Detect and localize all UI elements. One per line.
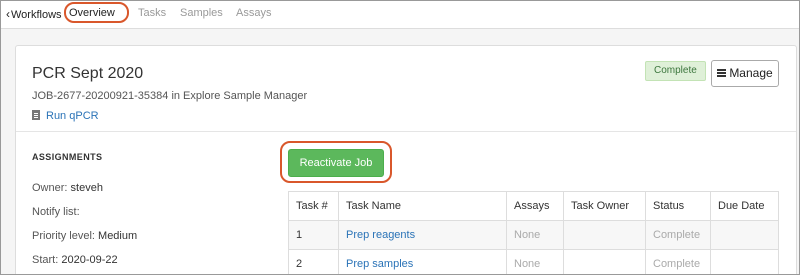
assignment-value: 2020-09-22 [61, 254, 118, 266]
menu-icon [717, 69, 727, 77]
manage-button[interactable]: Manage [711, 60, 779, 87]
task-number: 1 [288, 220, 339, 250]
assignment-label: Start: [32, 254, 59, 266]
assignment-owner: Owner: steveh [32, 182, 103, 194]
back-label: Workflows [11, 9, 62, 21]
status-badge: Complete [645, 61, 706, 81]
column-header[interactable]: Status [645, 191, 711, 221]
column-header[interactable]: Task Name [338, 191, 507, 221]
task-name-link[interactable]: Prep samples [338, 249, 507, 274]
chevron-left-icon: ‹ [6, 7, 10, 21]
assignment-priority: Priority level: Medium [32, 230, 137, 242]
document-icon [32, 110, 40, 120]
assignment-value: steveh [70, 182, 103, 194]
assignment-start: Start: 2020-09-22 [32, 254, 118, 266]
run-qpcr-link[interactable]: Run qPCR [32, 110, 99, 122]
assignment-label: Priority level: [32, 230, 95, 242]
job-title: PCR Sept 2020 [32, 65, 144, 82]
assignments-heading: ASSIGNMENTS [32, 152, 103, 162]
run-link-label: Run qPCR [46, 110, 99, 122]
task-due-date [710, 220, 779, 250]
task-assays: None [506, 249, 564, 274]
job-overview-panel: PCR Sept 2020 JOB-2677-20200921-35384 in… [15, 45, 797, 274]
column-header[interactable]: Task # [288, 191, 339, 221]
table-row: 1 Prep reagents None Complete [288, 220, 779, 250]
task-number: 2 [288, 249, 339, 274]
task-status: Complete [645, 220, 711, 250]
task-owner [563, 249, 646, 274]
header-divider [16, 131, 796, 132]
task-name-link[interactable]: Prep reagents [338, 220, 507, 250]
job-subtitle: JOB-2677-20200921-35384 in Explore Sampl… [32, 90, 308, 102]
overview-highlight-ring [64, 2, 129, 23]
table-row: 2 Prep samples None Complete [288, 249, 779, 274]
tab-samples[interactable]: Samples [180, 7, 223, 19]
back-to-workflows-link[interactable]: ‹Workflows [6, 7, 62, 21]
assignment-label: Owner: [32, 182, 68, 194]
app-frame: ‹Workflows Overview Tasks Samples Assays… [0, 0, 800, 275]
top-nav: ‹Workflows Overview Tasks Samples Assays [1, 1, 799, 29]
assignment-notify-list: Notify list: [32, 206, 80, 218]
assignment-label: Notify list: [32, 206, 80, 218]
column-header[interactable]: Due Date [710, 191, 779, 221]
task-owner [563, 220, 646, 250]
manage-label: Manage [729, 66, 773, 80]
task-status: Complete [645, 249, 711, 274]
assignment-value: Medium [98, 230, 138, 242]
column-header[interactable]: Task Owner [563, 191, 646, 221]
table-header-row: Task # Task Name Assays Task Owner Statu… [288, 191, 779, 221]
task-due-date [710, 249, 779, 274]
tasks-table: Task # Task Name Assays Task Owner Statu… [288, 191, 779, 274]
column-header[interactable]: Assays [506, 191, 564, 221]
task-assays: None [506, 220, 564, 250]
reactivate-job-button[interactable]: Reactivate Job [288, 149, 384, 177]
tab-assays[interactable]: Assays [236, 7, 271, 19]
tab-tasks[interactable]: Tasks [138, 7, 166, 19]
